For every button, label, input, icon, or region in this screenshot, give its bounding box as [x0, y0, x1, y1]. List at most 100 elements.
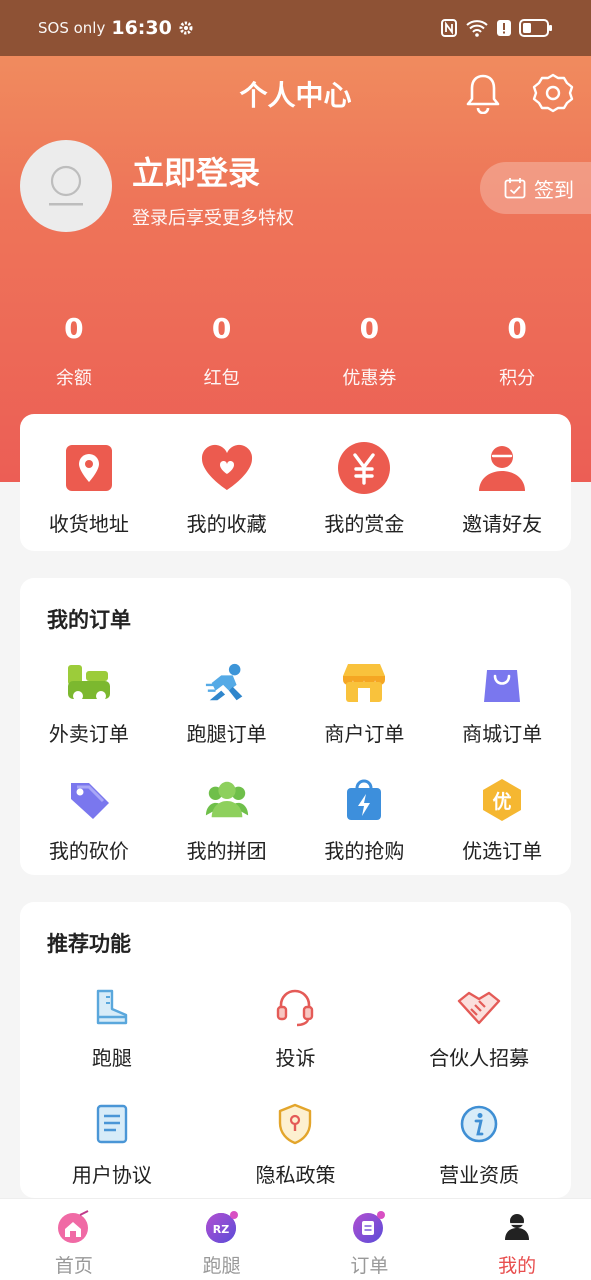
- orders-card: 我的订单 外卖订单 跑腿订单 商户订单 商城订单 我的砍价 我的拼团 我的抢购 …: [20, 578, 571, 875]
- order-item-label: 商城订单: [462, 722, 543, 746]
- default-avatar-icon: [49, 165, 83, 206]
- quick-item-label: 邀请好友: [462, 512, 543, 536]
- gear-icon: [179, 21, 193, 35]
- order-item-label: 跑腿订单: [186, 722, 267, 746]
- bell-icon[interactable]: [463, 72, 503, 114]
- shield-icon: [272, 1101, 318, 1147]
- nav-label: 首页: [54, 1255, 93, 1277]
- stat-value: 0: [507, 312, 527, 345]
- rec-item-complaint[interactable]: 投诉: [204, 984, 388, 1071]
- runner-icon: [204, 660, 250, 706]
- user-icon: [499, 1209, 535, 1245]
- carrier-text: SOS only: [38, 19, 106, 37]
- rec-item-label: 合伙人招募: [429, 1046, 530, 1070]
- nfc-icon: [441, 19, 457, 37]
- quick-item-favorites[interactable]: 我的收藏: [158, 414, 296, 551]
- nav-label: 我的: [498, 1255, 537, 1277]
- login-subtitle: 登录后享受更多特权: [132, 208, 294, 229]
- shopping-bag-icon: [479, 660, 525, 706]
- stat-label: 积分: [499, 368, 536, 389]
- bottom-nav: 首页 RZ 跑腿 订单 我的: [0, 1198, 591, 1280]
- order-item-takeout[interactable]: 外卖订单: [20, 660, 158, 747]
- rec-item-license[interactable]: 营业资质: [387, 1101, 571, 1188]
- order-item-preferred[interactable]: 优 优选订单: [433, 777, 571, 864]
- location-pin-icon: [61, 440, 117, 496]
- handshake-icon: [456, 984, 502, 1030]
- price-tag-icon: [66, 777, 112, 823]
- store-icon: [341, 660, 387, 706]
- order-item-label: 商户订单: [324, 722, 405, 746]
- signin-button[interactable]: 签到: [480, 162, 591, 214]
- avatar[interactable]: [20, 140, 112, 232]
- order-item-bargain[interactable]: 我的砍价: [20, 777, 158, 864]
- title-bar: 个人中心: [0, 56, 591, 132]
- rec-item-privacy[interactable]: 隐私政策: [204, 1101, 388, 1188]
- stat-value: 0: [211, 312, 232, 345]
- quick-actions-card: 收货地址 我的收藏 我的赏金 邀请好友: [20, 414, 571, 551]
- quick-item-invite[interactable]: 邀请好友: [433, 414, 571, 551]
- quick-item-label: 收货地址: [48, 512, 129, 536]
- order-item-label: 我的砍价: [48, 839, 129, 863]
- order-item-flash-sale[interactable]: 我的抢购: [296, 777, 434, 864]
- quick-item-address[interactable]: 收货地址: [20, 414, 158, 551]
- nav-label: 订单: [350, 1255, 389, 1277]
- stat-balance[interactable]: 0 余额: [0, 312, 148, 392]
- stat-value: 0: [64, 312, 84, 345]
- stat-coupon[interactable]: 0 优惠券: [296, 312, 444, 392]
- quick-item-label: 我的赏金: [324, 512, 405, 536]
- alert-icon: [497, 20, 511, 36]
- login-title[interactable]: 立即登录: [132, 148, 260, 194]
- signin-label: 签到: [534, 177, 574, 202]
- section-title: 我的订单: [47, 608, 131, 632]
- calendar-check-icon: [504, 178, 526, 199]
- orders-icon: [351, 1209, 387, 1245]
- nav-home[interactable]: 首页: [0, 1199, 148, 1280]
- yen-icon: [336, 440, 392, 496]
- nav-mine[interactable]: 我的: [443, 1199, 591, 1280]
- clock: 16:30: [111, 17, 172, 39]
- nav-orders[interactable]: 订单: [296, 1199, 444, 1280]
- rec-item-errand[interactable]: 跑腿: [20, 984, 204, 1071]
- rec-item-label: 用户协议: [71, 1163, 152, 1187]
- svg-text:RZ: RZ: [212, 1223, 228, 1236]
- account-stats: 0 余额 0 红包 0 优惠券 0 积分: [0, 312, 591, 392]
- order-item-group[interactable]: 我的拼团: [158, 777, 296, 864]
- order-item-merchant[interactable]: 商户订单: [296, 660, 434, 747]
- rec-item-label: 营业资质: [439, 1163, 520, 1187]
- quick-item-label: 我的收藏: [186, 512, 267, 536]
- order-item-mall[interactable]: 商城订单: [433, 660, 571, 747]
- rec-item-label: 隐私政策: [255, 1163, 336, 1187]
- quick-item-bounty[interactable]: 我的赏金: [296, 414, 434, 551]
- group-icon: [204, 777, 250, 823]
- order-item-label: 外卖订单: [48, 722, 129, 746]
- flash-sale-icon: [341, 777, 387, 823]
- rec-item-label: 投诉: [275, 1046, 316, 1070]
- stat-value: 0: [359, 312, 380, 345]
- takeout-icon: [66, 660, 112, 706]
- boot-icon: [89, 984, 135, 1030]
- stat-red-packet[interactable]: 0 红包: [148, 312, 296, 392]
- rec-item-label: 跑腿: [91, 1046, 132, 1070]
- status-bar: SOS only 16:30: [0, 0, 591, 56]
- nav-label: 跑腿: [202, 1255, 241, 1277]
- settings-icon[interactable]: [531, 72, 575, 114]
- recommended-card: 推荐功能 跑腿 投诉 合伙人招募 用户协议 隐私政策 营业资质: [20, 902, 571, 1198]
- stat-label: 优惠券: [342, 368, 397, 389]
- preferred-badge-icon: 优: [479, 777, 525, 823]
- rec-item-partner[interactable]: 合伙人招募: [387, 984, 571, 1071]
- wifi-icon: [466, 20, 488, 37]
- svg-text:优: 优: [493, 790, 512, 813]
- heart-icon: [199, 440, 255, 496]
- stat-label: 余额: [55, 368, 92, 389]
- person-icon: [474, 440, 530, 496]
- errand-icon: RZ: [204, 1209, 240, 1245]
- order-item-label: 优选订单: [462, 839, 543, 863]
- stat-points[interactable]: 0 积分: [443, 312, 591, 392]
- rec-item-user-agreement[interactable]: 用户协议: [20, 1101, 204, 1188]
- order-item-errand[interactable]: 跑腿订单: [158, 660, 296, 747]
- headset-icon: [272, 984, 318, 1030]
- section-title: 推荐功能: [47, 932, 131, 956]
- info-icon: [456, 1101, 502, 1147]
- nav-errand[interactable]: RZ 跑腿: [148, 1199, 296, 1280]
- order-item-label: 我的拼团: [186, 839, 267, 863]
